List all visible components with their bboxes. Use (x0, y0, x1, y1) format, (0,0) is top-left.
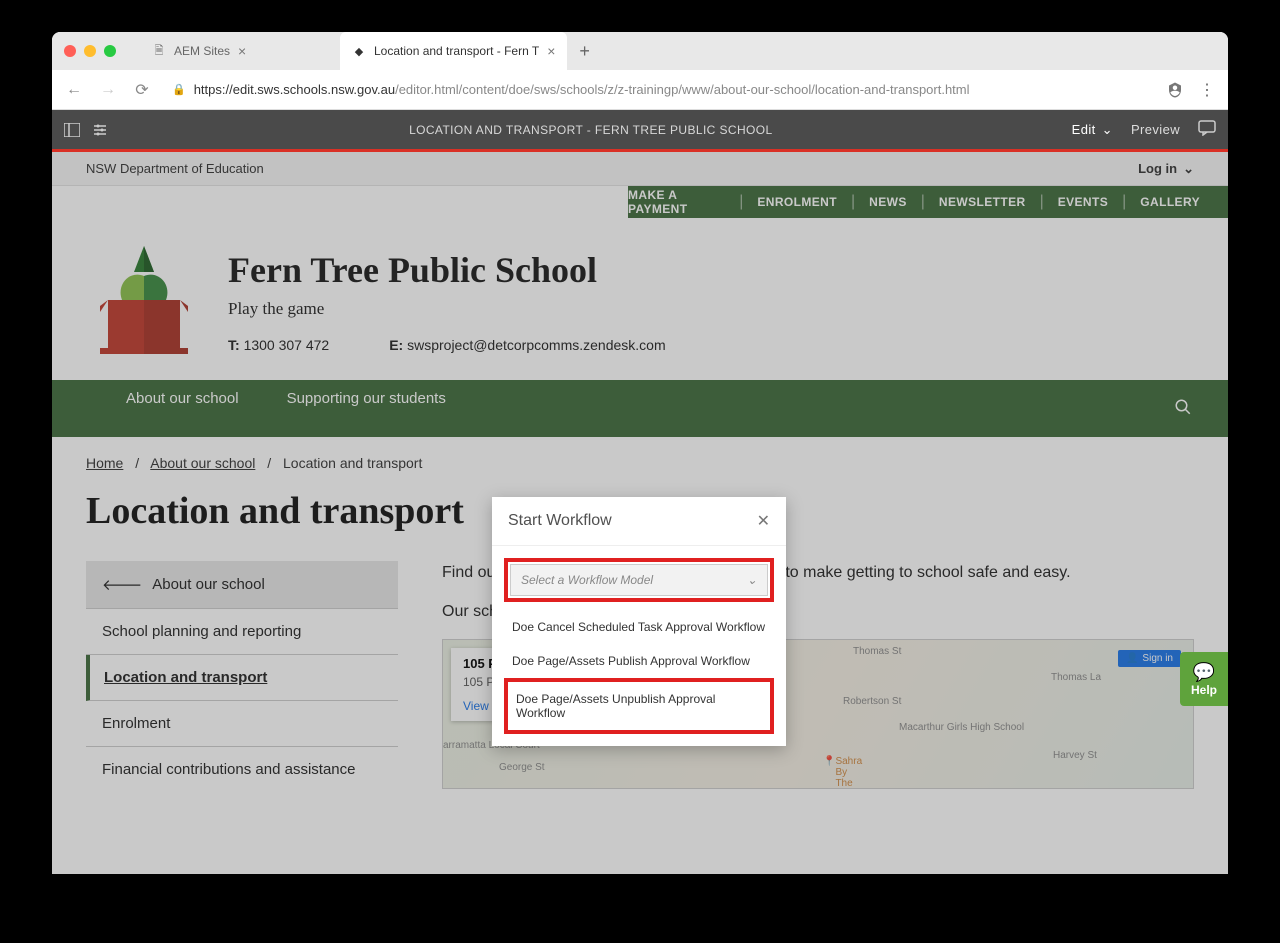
sidenav-item-location[interactable]: Location and transport (86, 655, 398, 701)
dept-bar: NSW Department of Education Log in ⌄ (52, 152, 1228, 186)
ribbon-newsletter[interactable]: NEWSLETTER (939, 195, 1026, 209)
traffic-lights (64, 45, 116, 57)
tab-strip: 🗎 AEM Sites × ◆ Location and transport -… (140, 32, 1216, 70)
sidenav-item-enrolment[interactable]: Enrolment (86, 701, 398, 747)
ribbon-payment[interactable]: MAKE A PAYMENT (628, 188, 725, 216)
chat-icon: 💬 (1193, 662, 1215, 683)
chevron-down-icon: ⌄ (747, 573, 757, 587)
annotate-icon[interactable] (1198, 120, 1216, 139)
ribbon-events[interactable]: EVENTS (1058, 195, 1108, 209)
ribbon-enrolment[interactable]: ENROLMENT (757, 195, 837, 209)
lock-icon: 🔒 (172, 83, 186, 96)
school-header: Fern Tree Public School Play the game T:… (52, 218, 1228, 380)
forward-button[interactable]: → (94, 76, 122, 104)
page-info-icon[interactable] (94, 122, 110, 138)
nav-supporting[interactable]: Supporting our students (287, 390, 446, 409)
chevron-down-icon: ⌄ (1183, 161, 1194, 177)
address-bar: ← → ⟳ 🔒 https://edit.sws.schools.nsw.gov… (52, 70, 1228, 110)
window-close-icon[interactable] (64, 45, 76, 57)
tab-aem-sites[interactable]: 🗎 AEM Sites × (140, 32, 340, 70)
workflow-option-unpublish[interactable]: Doe Page/Assets Unpublish Approval Workf… (512, 688, 766, 724)
close-icon[interactable]: ✕ (757, 511, 770, 531)
sidenav: 🡐 About our school School planning and r… (86, 561, 398, 792)
search-icon[interactable] (1174, 398, 1192, 420)
window-zoom-icon[interactable] (104, 45, 116, 57)
preview-button[interactable]: Preview (1131, 122, 1180, 137)
phone-number[interactable]: 1300 307 472 (244, 337, 330, 353)
breadcrumb: Home / About our school / Location and t… (52, 437, 1228, 471)
file-icon: 🗎 (152, 44, 166, 58)
breadcrumb-current: Location and transport (283, 455, 422, 471)
breadcrumb-home[interactable]: Home (86, 455, 123, 471)
workflow-select-placeholder: Select a Workflow Model (521, 573, 653, 587)
window-minimize-icon[interactable] (84, 45, 96, 57)
chevron-down-icon: ⌄ (1102, 122, 1113, 138)
arrow-left-icon: 🡐 (102, 575, 142, 594)
ribbon-gallery[interactable]: GALLERY (1140, 195, 1200, 209)
map-signin-button[interactable]: 👤 Sign in (1118, 650, 1181, 667)
profile-icon[interactable] (1162, 77, 1188, 103)
url-field[interactable]: 🔒 https://edit.sws.schools.nsw.gov.au/ed… (162, 76, 1156, 104)
main-nav: About our school Supporting our students (52, 380, 1228, 437)
edit-mode-button[interactable]: Edit ⌄ (1072, 122, 1113, 138)
close-icon[interactable]: × (238, 43, 246, 59)
utility-nav: MAKE A PAYMENT| ENROLMENT| NEWS| NEWSLET… (628, 186, 1228, 218)
email-address[interactable]: swsproject@detcorpcomms.zendesk.com (407, 337, 666, 353)
title-bar: 🗎 AEM Sites × ◆ Location and transport -… (52, 32, 1228, 70)
content-viewport: NSW Department of Education Log in ⌄ MAK… (52, 152, 1228, 874)
site-favicon-icon: ◆ (352, 44, 366, 58)
start-workflow-modal: Start Workflow ✕ Select a Workflow Model… (492, 497, 786, 746)
workflow-option-publish[interactable]: Doe Page/Assets Publish Approval Workflo… (504, 644, 774, 678)
aem-page-title: LOCATION AND TRANSPORT - FERN TREE PUBLI… (110, 123, 1072, 137)
tab-location-transport[interactable]: ◆ Location and transport - Fern T × (340, 32, 567, 70)
school-name: Fern Tree Public School (228, 249, 1184, 291)
side-panel-icon[interactable] (64, 122, 80, 138)
school-contacts: T: 1300 307 472 E: swsproject@detcorpcom… (228, 337, 1184, 353)
breadcrumb-about[interactable]: About our school (150, 455, 255, 471)
school-logo-icon (96, 242, 196, 360)
nav-about[interactable]: About our school (126, 390, 239, 409)
school-tagline: Play the game (228, 299, 1184, 319)
login-link[interactable]: Log in ⌄ (1138, 161, 1194, 177)
tab-label: AEM Sites (174, 44, 230, 58)
close-icon[interactable]: × (547, 43, 555, 59)
help-button[interactable]: 💬 Help (1180, 652, 1228, 706)
browser-window: 🗎 AEM Sites × ◆ Location and transport -… (52, 32, 1228, 874)
ribbon-news[interactable]: NEWS (869, 195, 907, 209)
reload-button[interactable]: ⟳ (128, 76, 156, 104)
person-icon: 👤 (1126, 653, 1138, 664)
tab-label: Location and transport - Fern T (374, 44, 539, 58)
sidenav-item-financial[interactable]: Financial contributions and assistance (86, 747, 398, 792)
workflow-option-unpublish-highlight: Doe Page/Assets Unpublish Approval Workf… (504, 678, 774, 734)
sidenav-back[interactable]: 🡐 About our school (86, 561, 398, 609)
workflow-select[interactable]: Select a Workflow Model ⌄ (510, 564, 768, 596)
workflow-option-cancel[interactable]: Doe Cancel Scheduled Task Approval Workf… (504, 610, 774, 644)
dept-label: NSW Department of Education (86, 161, 264, 176)
sidenav-item-planning[interactable]: School planning and reporting (86, 609, 398, 655)
new-tab-button[interactable]: + (567, 32, 602, 70)
back-button[interactable]: ← (60, 76, 88, 104)
aem-editor-bar: LOCATION AND TRANSPORT - FERN TREE PUBLI… (52, 110, 1228, 152)
workflow-select-highlight: Select a Workflow Model ⌄ (504, 558, 774, 602)
modal-title: Start Workflow (508, 512, 612, 530)
menu-icon[interactable]: ⋮ (1194, 77, 1220, 103)
